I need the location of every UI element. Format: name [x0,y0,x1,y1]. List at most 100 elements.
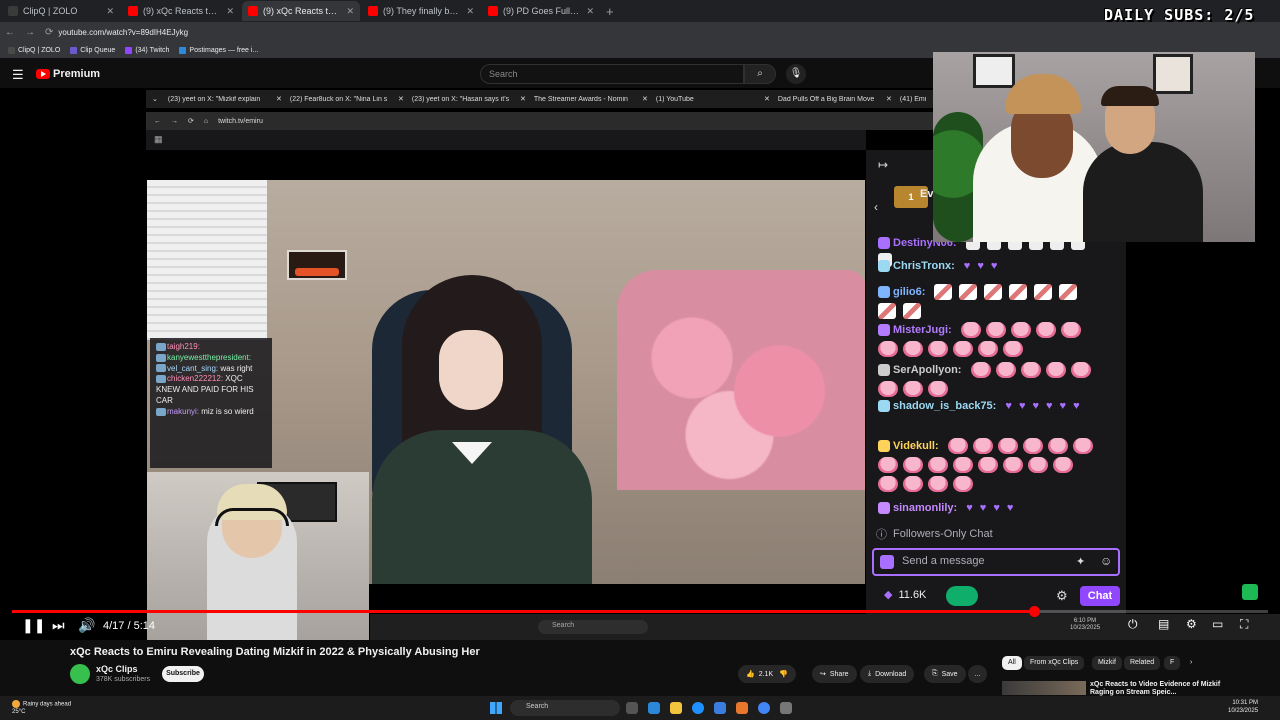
chat-username: ChrisTronx: [893,260,955,272]
browser-tab[interactable]: (9) PD Goes Full Hades Mode V ✕ [482,1,600,21]
filter-chip[interactable]: F [1164,656,1181,670]
chat-username: makunyi: [167,406,200,416]
weather-widget[interactable]: Rainy days ahead 25°C [12,700,71,716]
volume-icon[interactable]: 🔊 [78,617,95,634]
browser-tab[interactable]: (9) xQc Reacts to Emiru Rev ✕ [242,1,360,21]
emoji-icon: ☺ [1100,554,1113,568]
next-icon[interactable]: ⏭ [52,617,65,634]
filter-chip[interactable]: Related [1124,656,1161,670]
fullscreen-icon[interactable]: ⛶ [1240,617,1248,632]
heart-emote-icon: ♥ [993,502,1000,514]
menu-icon[interactable]: ☰ [12,67,24,83]
autoplay-toggle[interactable]: ⏻ [1128,617,1138,632]
progress-bar[interactable] [12,606,1268,617]
bookmark-item[interactable]: Postimages — free i... [179,46,259,54]
overlay-chat-line: chicken222212: XQC KNEW AND PAID FOR HIS… [156,374,266,406]
chat-username: taigh219: [167,342,200,351]
youtube-logo-icon[interactable] [36,69,50,79]
bookmark-label: Postimages — free i... [189,46,259,54]
bookmark-item[interactable]: Clip Queue [70,46,116,54]
bits-count: 11.6K [898,588,927,601]
back-icon[interactable]: ← [5,27,15,38]
bookmark-label: Clip Queue [80,46,116,54]
avatar [880,555,894,569]
kirby-emote-icon [1053,457,1073,473]
badge-icon [156,342,166,351]
share-icon: ↪ [820,671,826,678]
inner-browser-tab: (1) YouTube ✕ [652,95,774,104]
channel-avatar[interactable] [70,664,90,684]
windows-start-icon[interactable] [490,702,502,714]
close-icon[interactable]: ✕ [586,6,594,17]
app-icon[interactable] [736,702,748,714]
task-view-icon[interactable] [626,702,638,714]
share-button[interactable]: ↪ Share [812,665,857,683]
close-icon[interactable]: ✕ [106,6,114,17]
heart-emote-icon: ♥ [963,260,971,272]
mic-icon[interactable]: 🎙 [786,64,806,84]
kirby-emote-icon [1072,438,1093,454]
related-video-thumbnail[interactable] [1002,681,1086,695]
more-actions-button[interactable]: … [968,665,987,683]
edge-icon[interactable] [692,702,704,714]
new-tab-button[interactable]: + [606,4,614,19]
bookmark-label: (34) Twitch [135,46,170,54]
chrome-icon[interactable] [758,702,770,714]
kirby-emote-icon [1020,362,1041,378]
bookmark-item[interactable]: ClipQ | ZOLO [8,46,61,54]
close-icon[interactable]: ✕ [346,6,354,17]
badge-icon [878,237,890,249]
app-icon[interactable] [780,702,792,714]
thumbs-down-icon[interactable]: 👎 [777,670,788,678]
forward-icon[interactable]: → [25,27,35,38]
close-icon[interactable]: ✕ [466,6,474,17]
url-text[interactable]: youtube.com/watch?v=89dIH4EJykg [58,28,188,37]
tab-label: (9) xQc Reacts to Emiru Rev [263,6,342,16]
store-icon[interactable] [714,702,726,714]
reload-icon[interactable]: ⟳ [45,27,53,38]
kirby-emote-icon [1035,322,1056,338]
streamer-face [439,330,503,410]
chevron-right-icon[interactable]: › [1184,656,1198,670]
taskbar-search[interactable]: Search [510,700,620,716]
bookmark-label: ClipQ | ZOLO [18,46,61,54]
friend-body [1083,142,1203,242]
bookmark-item[interactable]: (34) Twitch [125,46,170,54]
download-button[interactable]: ⤓ Download [860,665,915,683]
close-icon[interactable]: ✕ [226,6,234,17]
channel-name[interactable]: xQc Clips [96,664,138,674]
subtitles-icon[interactable]: ▤ [1158,617,1169,631]
inner-grid-icon: ▦ [146,130,866,150]
kirby-emote-icon [1003,341,1023,357]
filter-chip[interactable]: All [1002,656,1022,670]
search-input[interactable]: Search [480,64,744,84]
download-icon: ⤓ [868,670,872,677]
browser-tab[interactable]: (9) xQc Reacts to Emiru Accusin ✕ [122,1,240,21]
overlay-chat-line: kanyewestthepresident: [156,353,266,364]
youtube-brand[interactable]: Premium [53,68,100,80]
settings-icon[interactable]: ⚙ [1186,617,1197,631]
save-button[interactable]: ⎘ Save [924,665,966,683]
kirby-emote-icon [903,457,923,473]
browser-tab[interactable]: (9) They finally banned her. - Y ✕ [362,1,480,21]
subscribe-button[interactable]: Subscribe [162,666,204,682]
filter-chip[interactable]: From xQc Clips [1024,656,1085,670]
search-button[interactable]: ⌕ [744,64,776,84]
filter-chip[interactable]: Mizkif [1092,656,1122,670]
tab-label: (9) They finally banned her. - Y [383,6,461,16]
extension-icon[interactable] [1242,584,1258,600]
browser-tab[interactable]: ClipQ | ZOLO ✕ [2,1,120,21]
chat-username: gilio6: [893,286,926,298]
heart-emote-icon: ♥ [977,260,984,272]
inner-address-bar: ← → ⟳ ⌂ twitch.tv/emiru [146,112,936,130]
close-icon: ✕ [642,96,648,103]
copilot-icon[interactable] [648,702,660,714]
file-explorer-icon[interactable] [670,702,682,714]
like-button[interactable]: 👍 2.1K 👎 [738,665,796,683]
chat-username: SerApollyon: [893,364,962,376]
theater-mode-icon[interactable]: ▭ [1212,617,1223,631]
overlay-chat-line: vel_cant_sing: was right [156,364,266,375]
send-message-input: Send a message ✦ ☺ [872,548,1120,576]
chat-message: ChrisTronx: ♥ ♥ ♥ [878,260,1098,272]
pause-icon[interactable]: ❚❚ [22,617,45,634]
